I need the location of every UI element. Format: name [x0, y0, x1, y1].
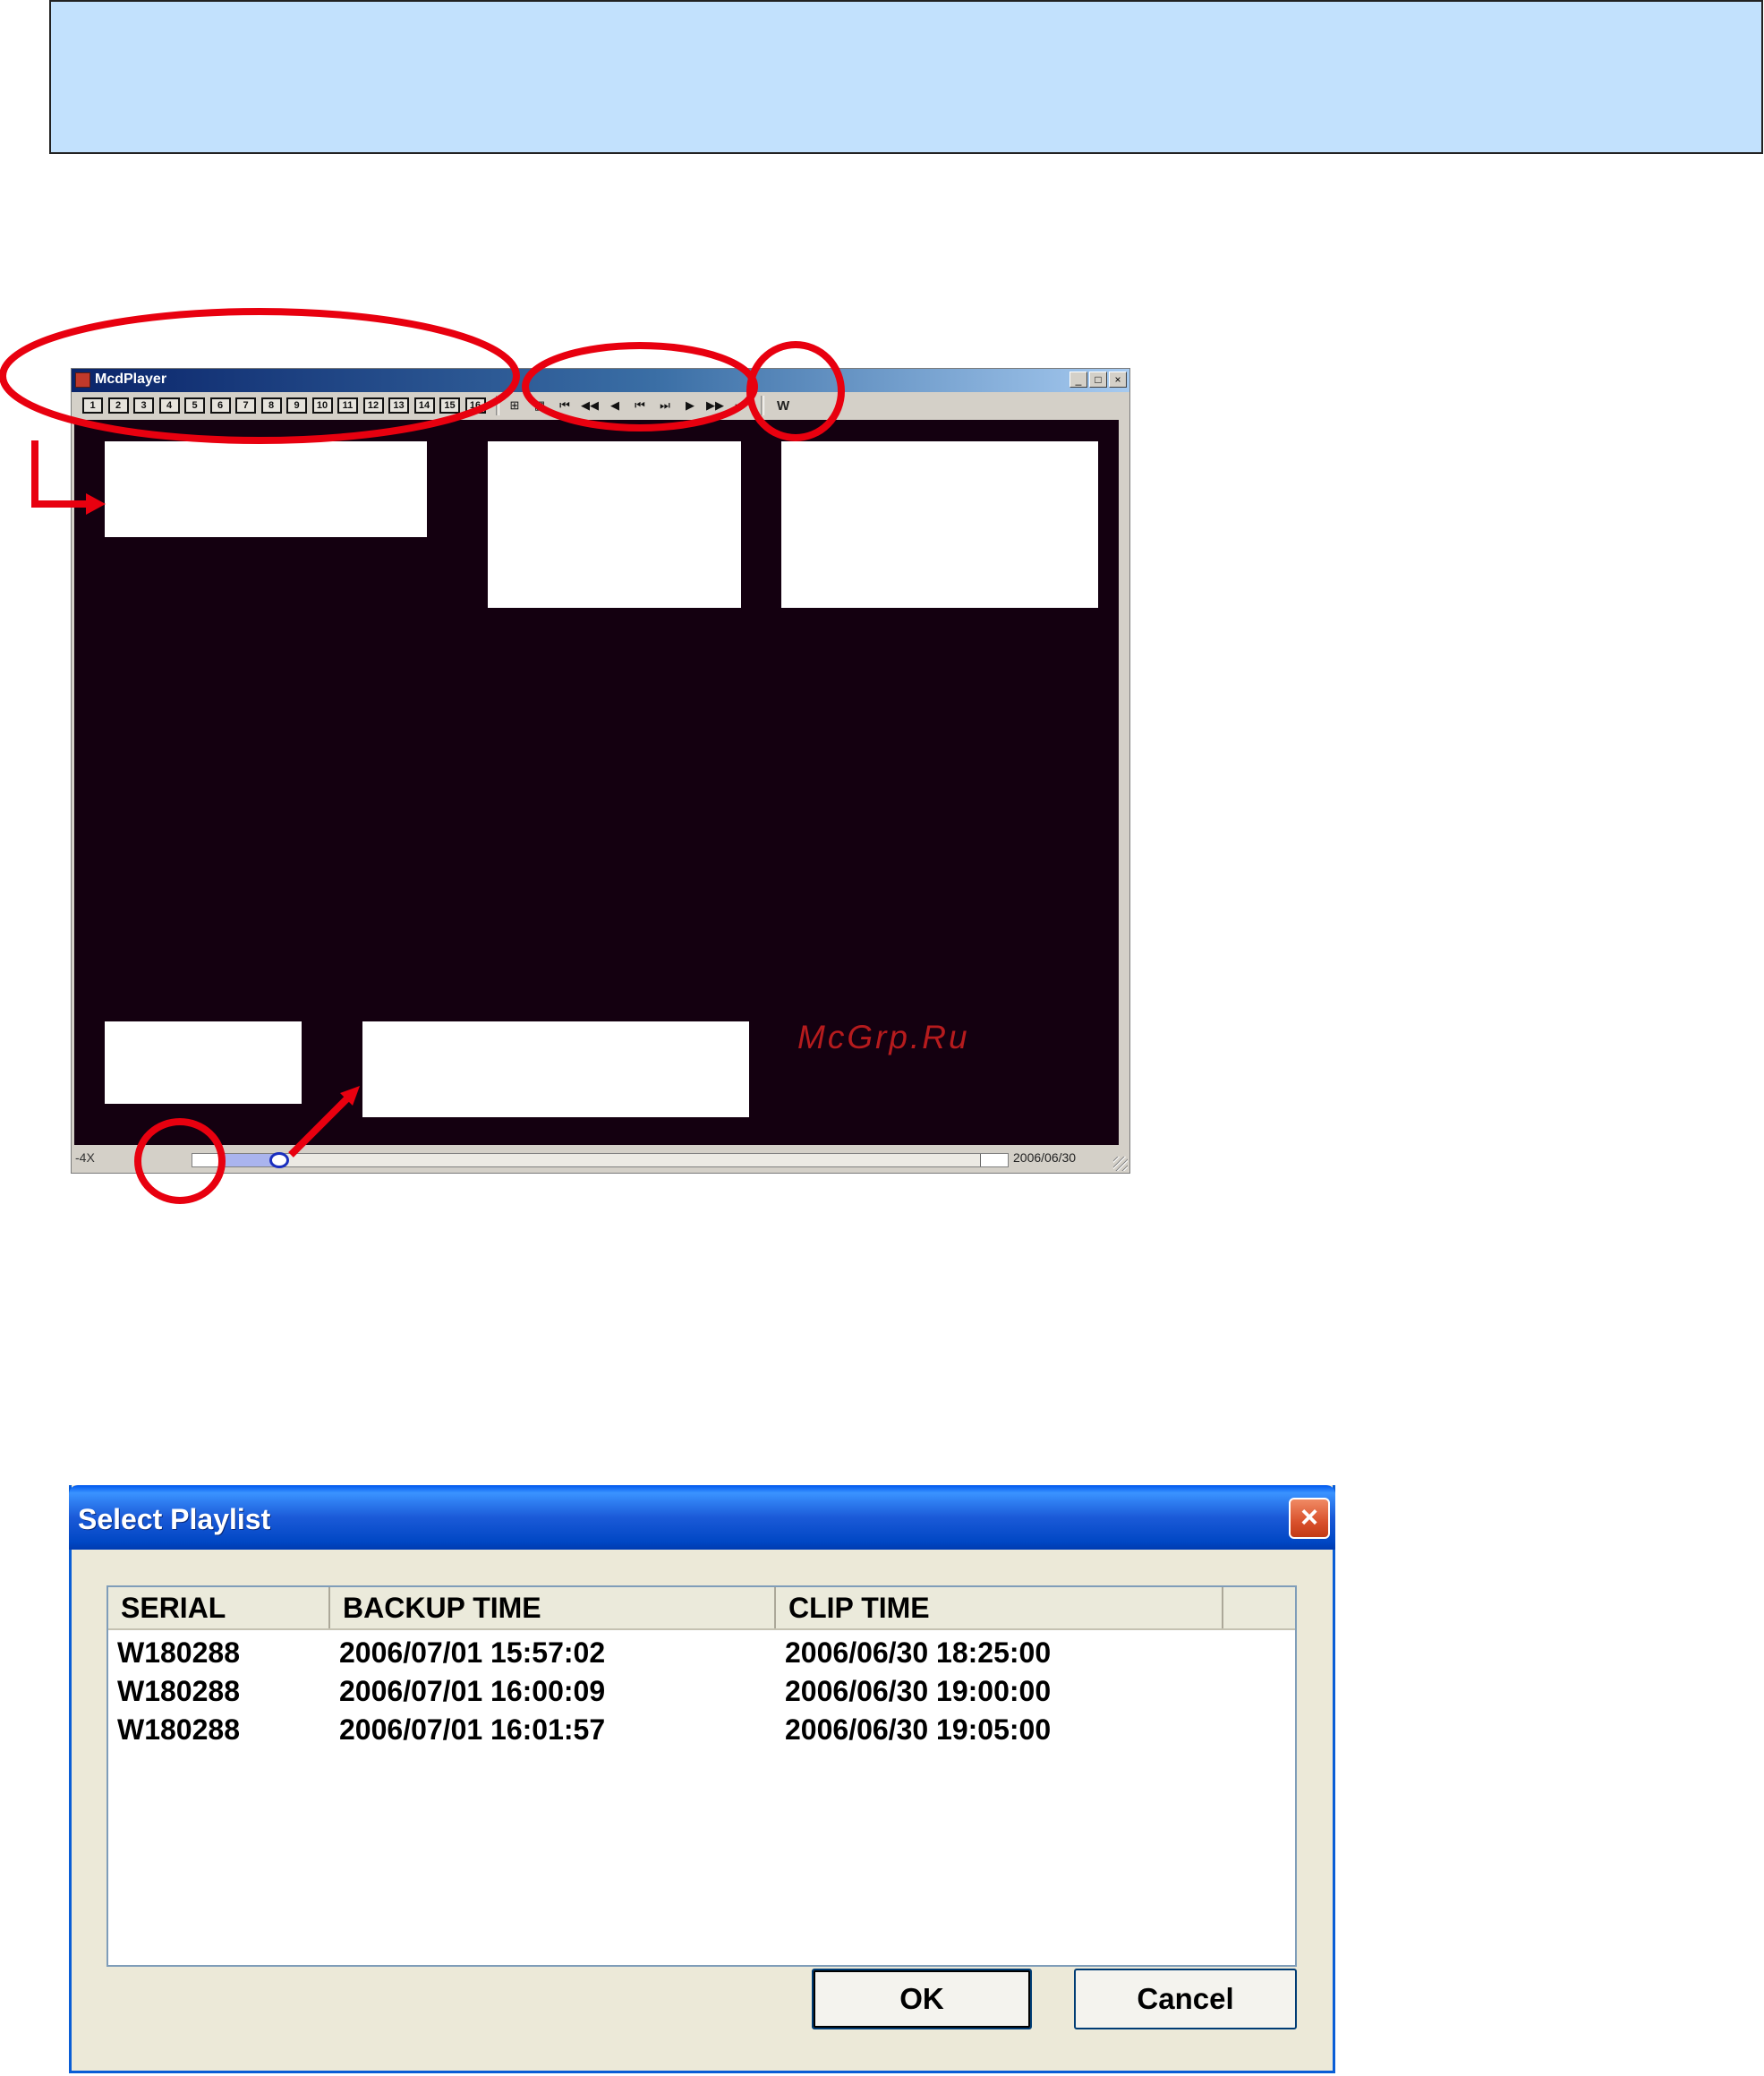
- cancel-button[interactable]: Cancel: [1074, 1969, 1297, 2029]
- rewind-icon[interactable]: ◀◀: [580, 397, 600, 414]
- player-statusbar: -4X 2006/06/30: [72, 1145, 1129, 1173]
- seek-start-cap: [192, 1154, 223, 1166]
- seek-end-cap: [980, 1154, 1008, 1166]
- mcdplayer-window: McdPlayer _ □ × 1 2 3 4 5 6 7 8 9 10 11 …: [71, 368, 1130, 1174]
- cell-serial: W180288: [117, 1713, 240, 1746]
- fast-rewind-icon[interactable]: ⏮: [555, 397, 575, 414]
- step-back-icon[interactable]: ⏮: [630, 397, 650, 414]
- resize-grip-icon[interactable]: [1113, 1157, 1128, 1171]
- channel-6-button[interactable]: 6: [209, 397, 231, 414]
- callout-box: [105, 1021, 302, 1104]
- watermark: McGrp.Ru: [797, 1019, 970, 1055]
- play-icon[interactable]: ▶: [680, 397, 700, 414]
- toolbar-separator: [761, 396, 764, 415]
- playlist-table[interactable]: SERIAL BACKUP TIME CLIP TIME W180288 200…: [107, 1585, 1297, 1967]
- channel-2-button[interactable]: 2: [107, 397, 129, 414]
- step-forward-icon[interactable]: ⏭: [655, 397, 675, 414]
- cell-clip-time: 2006/06/30 19:05:00: [785, 1713, 1052, 1746]
- player-title: McdPlayer: [95, 372, 167, 387]
- minimize-button[interactable]: _: [1069, 372, 1087, 388]
- dialog-titlebar[interactable]: Select Playlist ×: [69, 1485, 1335, 1550]
- channel-11-button[interactable]: 11: [337, 397, 358, 414]
- table-row[interactable]: W180288 2006/07/01 15:57:02 2006/06/30 1…: [108, 1634, 1295, 1672]
- column-header-serial[interactable]: SERIAL: [108, 1587, 330, 1628]
- seek-slider[interactable]: [192, 1152, 1009, 1168]
- quad-view-icon[interactable]: ⊞: [505, 397, 524, 414]
- channel-4-button[interactable]: 4: [158, 397, 180, 414]
- player-titlebar[interactable]: McdPlayer _ □ ×: [72, 369, 1129, 392]
- dialog-title: Select Playlist: [78, 1503, 271, 1535]
- column-header-filler: [1223, 1587, 1295, 1628]
- grid-view-icon[interactable]: ▦: [530, 397, 550, 414]
- channel-1-button[interactable]: 1: [82, 397, 103, 414]
- callout-box: [488, 441, 741, 608]
- channel-12-button[interactable]: 12: [362, 397, 384, 414]
- ok-button[interactable]: OK: [812, 1969, 1032, 2029]
- w-button[interactable]: W: [777, 398, 789, 414]
- select-playlist-dialog: Select Playlist × SERIAL BACKUP TIME CLI…: [69, 1485, 1335, 2073]
- channel-10-button[interactable]: 10: [311, 397, 333, 414]
- channel-7-button[interactable]: 7: [235, 397, 256, 414]
- channel-3-button[interactable]: 3: [133, 397, 154, 414]
- cell-clip-time: 2006/06/30 18:25:00: [785, 1636, 1052, 1669]
- cell-backup-time: 2006/07/01 16:01:57: [339, 1713, 606, 1746]
- table-row[interactable]: W180288 2006/07/01 16:00:09 2006/06/30 1…: [108, 1672, 1295, 1711]
- player-toolbar: 1 2 3 4 5 6 7 8 9 10 11 12 13 14 15 16 ⊞…: [72, 392, 1129, 419]
- channel-14-button[interactable]: 14: [413, 397, 435, 414]
- table-row[interactable]: W180288 2006/07/01 16:01:57 2006/06/30 1…: [108, 1711, 1295, 1749]
- close-button[interactable]: ×: [1109, 372, 1127, 388]
- playback-date: 2006/06/30: [1013, 1150, 1077, 1165]
- cell-backup-time: 2006/07/01 16:00:09: [339, 1675, 606, 1707]
- cell-serial: W180288: [117, 1636, 240, 1669]
- callout-box: [362, 1021, 749, 1117]
- seek-thumb[interactable]: [269, 1152, 290, 1168]
- table-header: SERIAL BACKUP TIME CLIP TIME: [108, 1587, 1295, 1630]
- channel-8-button[interactable]: 8: [260, 397, 282, 414]
- table-body: W180288 2006/07/01 15:57:02 2006/06/30 1…: [108, 1634, 1295, 1749]
- app-icon: [75, 372, 90, 388]
- cell-clip-time: 2006/06/30 19:00:00: [785, 1675, 1052, 1707]
- channel-16-button[interactable]: 16: [464, 397, 486, 414]
- close-icon[interactable]: ×: [1289, 1498, 1330, 1539]
- skip-end-icon[interactable]: ⏭: [730, 397, 750, 414]
- channel-5-button[interactable]: 5: [184, 397, 205, 414]
- channel-13-button[interactable]: 13: [388, 397, 409, 414]
- callout-box: [781, 441, 1098, 608]
- toolbar-separator: [496, 396, 499, 415]
- fast-forward-icon[interactable]: ▶▶: [705, 397, 725, 414]
- maximize-button[interactable]: □: [1089, 372, 1107, 388]
- playback-speed: -4X: [75, 1150, 95, 1165]
- channel-9-button[interactable]: 9: [286, 397, 307, 414]
- channel-15-button[interactable]: 15: [439, 397, 460, 414]
- column-header-backup-time[interactable]: BACKUP TIME: [330, 1587, 776, 1628]
- window-controls: _ □ ×: [1069, 372, 1127, 388]
- cell-backup-time: 2006/07/01 15:57:02: [339, 1636, 606, 1669]
- info-banner: [49, 0, 1763, 154]
- cell-serial: W180288: [117, 1675, 240, 1707]
- play-reverse-icon[interactable]: ◀: [605, 397, 625, 414]
- callout-box: [105, 441, 427, 537]
- column-header-clip-time[interactable]: CLIP TIME: [776, 1587, 1223, 1628]
